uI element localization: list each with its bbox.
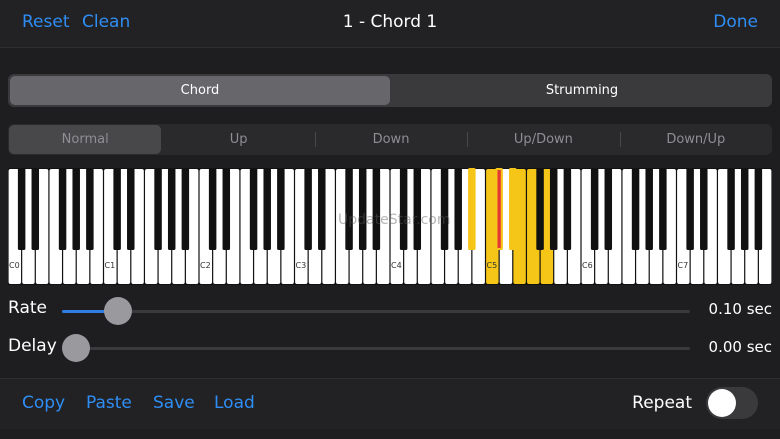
black-key-d-sharp4[interactable] (413, 168, 422, 250)
rate-slider[interactable] (62, 297, 690, 325)
bottom-toolbar: Copy Paste Save Load Repeat (0, 378, 780, 429)
black-key-f-sharp4[interactable] (440, 168, 449, 250)
black-key-g-sharp0[interactable] (72, 168, 80, 250)
repeat-toggle[interactable] (706, 387, 758, 419)
black-key-f-sharp5[interactable] (536, 168, 544, 250)
black-key-f-sharp6[interactable] (631, 168, 640, 250)
black-key-f-sharp7[interactable] (727, 168, 735, 250)
black-key-f-sharp0[interactable] (58, 168, 67, 250)
octave-label: C7 (678, 261, 689, 270)
load-button[interactable]: Load (214, 393, 255, 413)
black-key-g-sharp2[interactable] (263, 168, 271, 250)
direction-segmented-control: Normal Up Down Up/Down Down/Up (8, 124, 772, 155)
paste-button[interactable]: Paste (86, 393, 132, 413)
black-key-a-sharp7[interactable] (754, 168, 763, 250)
octave-label: C4 (391, 261, 402, 270)
black-key-g-sharp7[interactable] (740, 168, 749, 250)
piano-keyboard[interactable]: C0 C1 C2 C3 C4 C5 C6 C7 (8, 168, 772, 285)
black-key-d-sharp2[interactable] (222, 168, 231, 250)
tab-down-up[interactable]: Down/Up (619, 124, 772, 155)
octave-label: C2 (200, 261, 211, 270)
black-key-f-sharp2[interactable] (249, 168, 258, 250)
tab-chord[interactable]: Chord (10, 76, 390, 105)
black-key-g-sharp1[interactable] (167, 168, 176, 250)
delay-slider-thumb[interactable] (62, 334, 90, 362)
repeat-toggle-knob (708, 389, 736, 417)
active-note-marker (497, 170, 501, 248)
black-key-d-sharp6[interactable] (604, 168, 613, 250)
delay-label: Delay (8, 336, 57, 356)
black-key-c-sharp0[interactable] (17, 168, 26, 250)
black-key-a-sharp0[interactable] (86, 168, 94, 250)
page-title: 1 - Chord 1 (342, 12, 438, 32)
rate-value: 0.10 sec (708, 300, 772, 318)
repeat-label: Repeat (632, 393, 692, 413)
piano-keyboard-svg[interactable]: C0 C1 C2 C3 C4 C5 C6 C7 (8, 168, 772, 285)
black-key-a-sharp4[interactable] (468, 168, 476, 250)
navigation-bar: Reset Clean 1 - Chord 1 Done (0, 0, 780, 48)
black-key-c-sharp7[interactable] (686, 168, 694, 250)
save-button[interactable]: Save (153, 393, 195, 413)
octave-label: C6 (582, 261, 593, 270)
black-key-d-sharp7[interactable] (700, 168, 708, 250)
rate-slider-thumb[interactable] (104, 297, 132, 325)
tab-normal[interactable]: Normal (9, 125, 162, 154)
black-key-d-sharp3[interactable] (318, 168, 326, 250)
black-key-d-sharp1[interactable] (127, 168, 135, 250)
done-button[interactable]: Done (713, 12, 758, 32)
delay-value: 0.00 sec (708, 338, 772, 356)
tab-up-down[interactable]: Up/Down (467, 124, 619, 155)
octave-label: C3 (296, 261, 307, 270)
black-key-f-sharp3[interactable] (345, 168, 353, 250)
rate-label: Rate (8, 298, 47, 318)
octave-label: C1 (105, 261, 116, 270)
black-key-c-sharp3[interactable] (304, 168, 312, 250)
black-key-g-sharp6[interactable] (645, 168, 653, 250)
octave-label: C5 (487, 261, 498, 270)
black-key-a-sharp3[interactable] (372, 168, 381, 250)
black-key-c-sharp2[interactable] (208, 168, 217, 250)
black-key-c-sharp4[interactable] (399, 168, 408, 250)
tab-down[interactable]: Down (314, 124, 467, 155)
delay-slider[interactable] (62, 334, 690, 362)
black-key-g-sharp4[interactable] (454, 168, 462, 250)
black-key-a-sharp5[interactable] (563, 168, 572, 250)
tab-strumming[interactable]: Strumming (392, 74, 772, 107)
black-key-c-sharp6[interactable] (590, 168, 599, 250)
black-key-d-sharp0[interactable] (31, 168, 40, 250)
black-key-g-sharp5[interactable] (549, 168, 558, 250)
black-key-c-sharp1[interactable] (113, 168, 121, 250)
black-key-a-sharp6[interactable] (659, 168, 667, 250)
black-key-a-sharp2[interactable] (277, 168, 285, 250)
octave-label: C0 (9, 261, 20, 270)
black-key-a-sharp1[interactable] (181, 168, 190, 250)
copy-button[interactable]: Copy (22, 393, 65, 413)
black-key-g-sharp3[interactable] (358, 168, 367, 250)
rate-slider-fill (62, 310, 106, 313)
black-key-d-sharp5[interactable] (509, 168, 517, 250)
black-key-f-sharp1[interactable] (154, 168, 162, 250)
tab-up[interactable]: Up (162, 124, 314, 155)
mode-segmented-control: Chord Strumming (8, 74, 772, 107)
